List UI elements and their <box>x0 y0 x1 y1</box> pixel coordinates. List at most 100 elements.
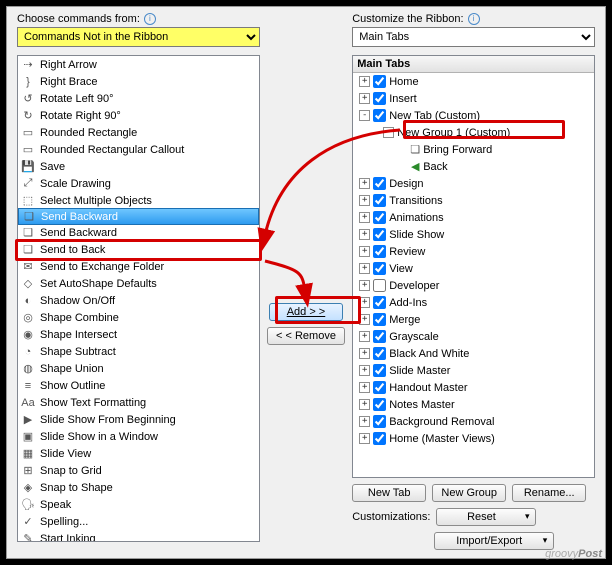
new-tab-button[interactable]: New Tab <box>352 484 426 502</box>
tree-node[interactable]: +View <box>353 260 594 277</box>
command-item[interactable]: ◈Snap to Shape <box>18 479 259 496</box>
tree-node[interactable]: +Notes Master <box>353 396 594 413</box>
expand-toggle[interactable]: + <box>359 331 370 342</box>
remove-button[interactable]: < < Remove <box>267 327 345 345</box>
tab-checkbox[interactable] <box>373 347 386 360</box>
command-item[interactable]: ❏Send to Back <box>18 241 259 258</box>
tab-checkbox[interactable] <box>373 211 386 224</box>
tab-checkbox[interactable] <box>373 313 386 326</box>
tree-node[interactable]: +Slide Show <box>353 226 594 243</box>
command-item[interactable]: ⇢Right Arrow <box>18 56 259 73</box>
tree-node[interactable]: -New Tab (Custom) <box>353 107 594 124</box>
tree-node[interactable]: +Transitions <box>353 192 594 209</box>
tree-node[interactable]: +Add-Ins <box>353 294 594 311</box>
tree-node[interactable]: +Merge <box>353 311 594 328</box>
info-icon[interactable]: i <box>468 13 480 25</box>
tab-checkbox[interactable] <box>373 75 386 88</box>
tree-node[interactable]: +Handout Master <box>353 379 594 396</box>
import-export-dropdown[interactable]: Import/Export <box>434 532 554 550</box>
tree-node[interactable]: ❏Bring Forward <box>353 141 594 158</box>
expand-toggle[interactable]: + <box>359 416 370 427</box>
expand-toggle[interactable]: + <box>359 382 370 393</box>
command-item[interactable]: ▭Rounded Rectangle <box>18 124 259 141</box>
expand-toggle[interactable]: + <box>359 76 370 87</box>
command-item[interactable]: ⬚Select Multiple Objects <box>18 192 259 209</box>
customize-ribbon-combo[interactable]: Main Tabs <box>352 27 595 47</box>
new-group-button[interactable]: New Group <box>432 484 506 502</box>
reset-dropdown[interactable]: Reset <box>436 508 536 526</box>
commands-listbox[interactable]: ⇢Right Arrow}Right Brace↺Rotate Left 90°… <box>17 55 260 542</box>
expand-toggle[interactable]: + <box>359 195 370 206</box>
tree-node[interactable]: ◀Back <box>353 158 594 175</box>
command-item[interactable]: ◔Shape Subtract <box>18 343 259 360</box>
tree-node[interactable]: +Home <box>353 73 594 90</box>
tree-node[interactable]: +Black And White <box>353 345 594 362</box>
command-item[interactable]: ▶Slide Show From Beginning <box>18 411 259 428</box>
tab-checkbox[interactable] <box>373 228 386 241</box>
expand-toggle[interactable]: + <box>359 433 370 444</box>
command-item[interactable]: ◇Set AutoShape Defaults <box>18 275 259 292</box>
tree-node[interactable]: +Developer <box>353 277 594 294</box>
command-item[interactable]: AaShow Text Formatting <box>18 394 259 411</box>
command-item[interactable]: ❏Send Backward <box>18 208 259 225</box>
command-item[interactable]: ↻Rotate Right 90° <box>18 107 259 124</box>
tab-checkbox[interactable] <box>373 415 386 428</box>
command-item[interactable]: ❏Send Backward <box>18 224 259 241</box>
tree-node[interactable]: +Grayscale <box>353 328 594 345</box>
tree-node[interactable]: +Slide Master <box>353 362 594 379</box>
tab-checkbox[interactable] <box>373 262 386 275</box>
expand-toggle[interactable]: + <box>359 280 370 291</box>
tab-checkbox[interactable] <box>373 177 386 190</box>
choose-commands-combo[interactable]: Commands Not in the Ribbon <box>17 27 260 47</box>
command-item[interactable]: ◍Shape Union <box>18 360 259 377</box>
tree-node[interactable]: +Review <box>353 243 594 260</box>
tree-node[interactable]: +Animations <box>353 209 594 226</box>
command-item[interactable]: ▣Slide Show in a Window <box>18 428 259 445</box>
command-item[interactable]: ⊞Snap to Grid <box>18 462 259 479</box>
tab-checkbox[interactable] <box>373 432 386 445</box>
command-item[interactable]: 💾Save <box>18 158 259 175</box>
expand-toggle[interactable]: - <box>383 127 394 138</box>
command-item[interactable]: ◐Shadow On/Off <box>18 292 259 309</box>
expand-toggle[interactable]: + <box>359 263 370 274</box>
command-item[interactable]: ↺Rotate Left 90° <box>18 90 259 107</box>
command-item[interactable]: ✓Spelling... <box>18 513 259 530</box>
expand-toggle[interactable]: + <box>359 212 370 223</box>
tab-checkbox[interactable] <box>373 92 386 105</box>
command-item[interactable]: ✎Start Inking <box>18 530 259 542</box>
command-item[interactable]: ▦Slide View <box>18 445 259 462</box>
expand-toggle[interactable]: + <box>359 178 370 189</box>
tree-node[interactable]: +Design <box>353 175 594 192</box>
add-button[interactable]: Add > > <box>269 303 343 321</box>
tree-node[interactable]: +Home (Master Views) <box>353 430 594 447</box>
command-item[interactable]: ≡Show Outline <box>18 377 259 394</box>
expand-toggle[interactable]: + <box>359 93 370 104</box>
tab-checkbox[interactable] <box>373 381 386 394</box>
expand-toggle[interactable]: + <box>359 399 370 410</box>
ribbon-tree[interactable]: Main Tabs +Home+Insert-New Tab (Custom)-… <box>352 55 595 478</box>
command-item[interactable]: }Right Brace <box>18 73 259 90</box>
expand-toggle[interactable]: + <box>359 365 370 376</box>
command-item[interactable]: ⤢Scale Drawing <box>18 175 259 192</box>
tree-node[interactable]: +Insert <box>353 90 594 107</box>
tab-checkbox[interactable] <box>373 296 386 309</box>
command-item[interactable]: 🗣Speak <box>18 496 259 513</box>
expand-toggle[interactable]: + <box>359 229 370 240</box>
command-item[interactable]: ▭Rounded Rectangular Callout <box>18 141 259 158</box>
expand-toggle[interactable]: + <box>359 314 370 325</box>
rename-button[interactable]: Rename... <box>512 484 586 502</box>
command-item[interactable]: ◎Shape Combine <box>18 309 259 326</box>
tab-checkbox[interactable] <box>373 398 386 411</box>
expand-toggle[interactable]: + <box>359 297 370 308</box>
command-item[interactable]: ◉Shape Intersect <box>18 326 259 343</box>
expand-toggle[interactable]: + <box>359 246 370 257</box>
tab-checkbox[interactable] <box>373 194 386 207</box>
tab-checkbox[interactable] <box>373 279 386 292</box>
tab-checkbox[interactable] <box>373 109 386 122</box>
expand-toggle[interactable]: - <box>359 110 370 121</box>
tab-checkbox[interactable] <box>373 364 386 377</box>
info-icon[interactable]: i <box>144 13 156 25</box>
tab-checkbox[interactable] <box>373 330 386 343</box>
tree-node[interactable]: +Background Removal <box>353 413 594 430</box>
tree-node[interactable]: -New Group 1 (Custom) <box>353 124 594 141</box>
